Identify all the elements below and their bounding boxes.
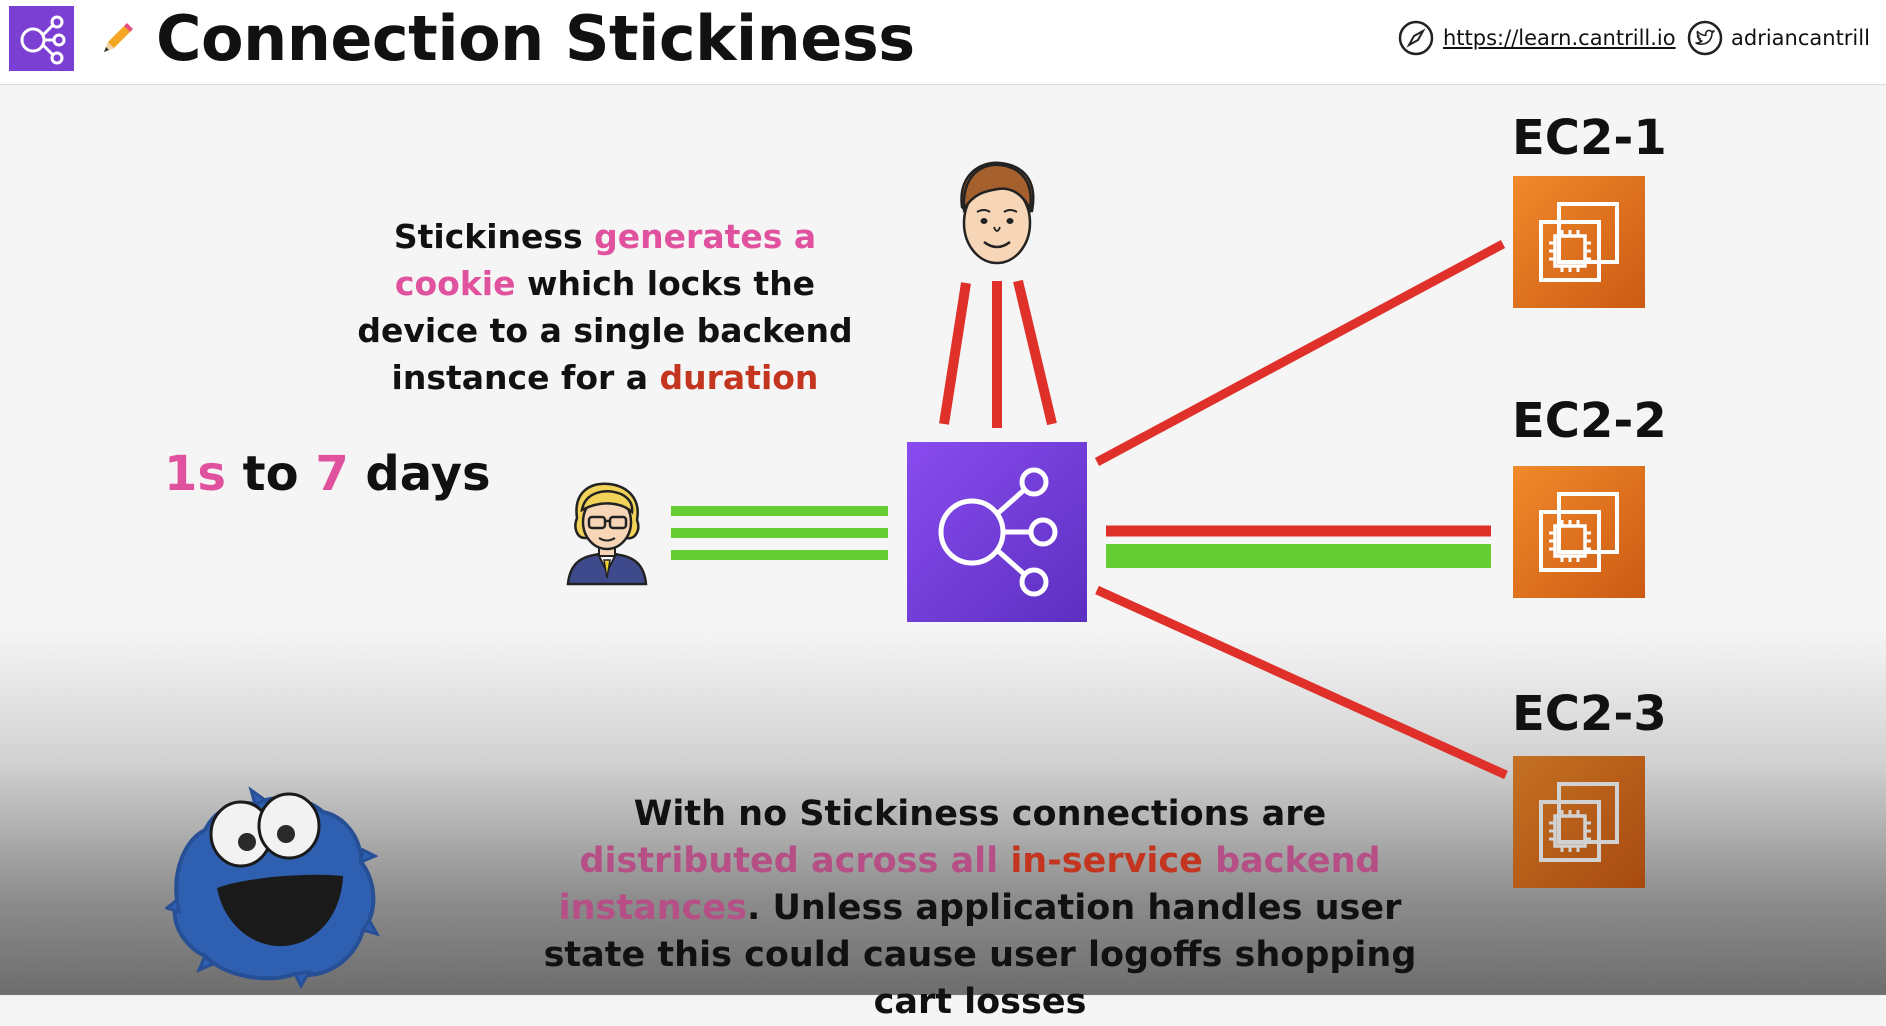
ec2-2-instance [1513, 466, 1645, 598]
ec2-chip-icon [1539, 492, 1619, 572]
ec2-chip-icon [1539, 782, 1619, 862]
note-highlight-in-service: in-service [1010, 841, 1203, 881]
load-balancer-icon [938, 467, 1058, 597]
line-elb-ec2-1 [1094, 240, 1506, 466]
line-user-top-3 [1013, 279, 1057, 426]
no-stickiness-note: With no Stickiness connections are distr… [530, 791, 1430, 1026]
ec2-chip-icon [1539, 202, 1619, 282]
line-user-top-1 [939, 282, 971, 425]
load-balancer [907, 442, 1087, 622]
ec2-2-label: EC2-2 [1512, 393, 1667, 449]
note-highlight-distributed: distributed across all [579, 841, 1011, 881]
user-male-icon [960, 161, 1035, 265]
ec2-3-instance [1513, 756, 1645, 888]
cookie-monster-icon [165, 786, 380, 990]
ec2-1-label: EC2-1 [1512, 110, 1667, 166]
user-female-icon [566, 482, 648, 586]
line-elb-ec2-3 [1095, 585, 1508, 780]
note-part-1: With no Stickiness connections are [633, 794, 1327, 834]
ec2-3-label: EC2-3 [1512, 686, 1667, 742]
ec2-1-instance [1513, 176, 1645, 308]
